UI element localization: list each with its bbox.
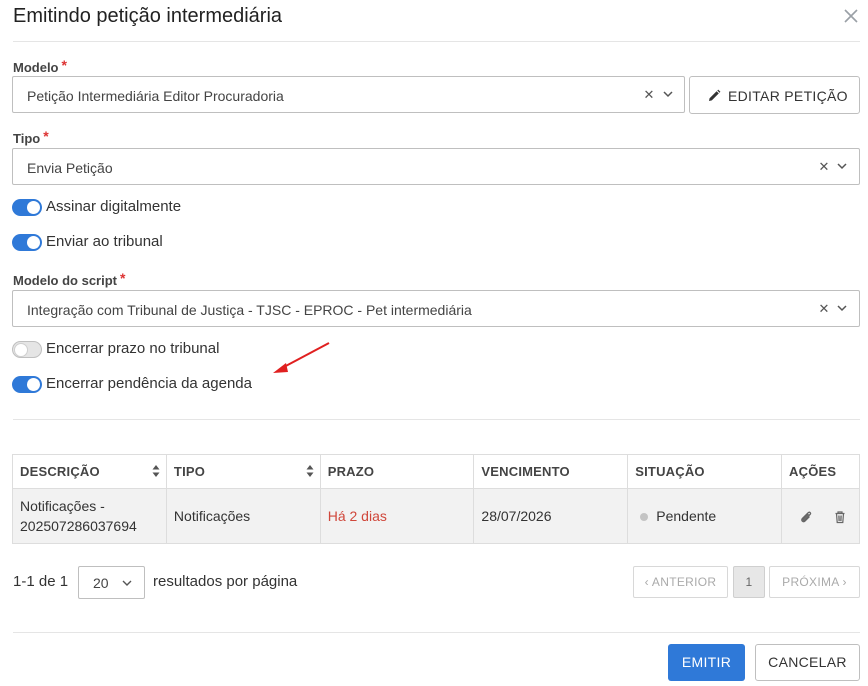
table-row: Notificações -202507286037694 Notificaçõ… <box>12 488 860 544</box>
header-divider <box>13 41 860 42</box>
encerrar-pendencia-toggle[interactable] <box>12 376 42 393</box>
encerrar-prazo-toggle[interactable] <box>12 341 42 358</box>
next-page-button[interactable]: PRÓXIMA › <box>769 566 860 598</box>
chevron-down-icon[interactable] <box>835 301 849 315</box>
close-icon[interactable] <box>840 3 862 29</box>
enviar-tribunal-toggle[interactable] <box>12 234 42 251</box>
assinar-digitalmente-label: Assinar digitalmente <box>46 198 182 215</box>
col-vencimento: VENCIMENTO <box>473 454 629 489</box>
encerrar-pendencia-label: Encerrar pendência da agenda <box>46 375 252 392</box>
pagination-range: 1-1 de 1 <box>13 573 69 590</box>
assinar-digitalmente-toggle[interactable] <box>12 199 42 216</box>
clear-icon[interactable]: ✕ <box>818 301 830 317</box>
col-tipo[interactable]: TIPO <box>165 454 321 489</box>
clear-icon[interactable]: ✕ <box>643 87 655 103</box>
section-divider <box>13 419 860 420</box>
cell-tipo: Notificações <box>165 488 321 544</box>
per-page-value: 20 <box>93 575 109 591</box>
script-label: Modelo do script * <box>13 270 126 288</box>
encerrar-prazo-label: Encerrar prazo no tribunal <box>46 340 220 357</box>
chevron-down-icon[interactable] <box>835 159 849 173</box>
sort-icon[interactable] <box>152 464 160 478</box>
script-select[interactable]: Integração com Tribunal de Justiça - TJS… <box>12 290 860 327</box>
col-descricao[interactable]: DESCRIÇÃO <box>12 454 167 489</box>
pencil-icon <box>709 89 721 101</box>
emit-button[interactable]: EMITIR <box>668 644 745 681</box>
footer-divider <box>13 632 860 633</box>
tipo-select[interactable]: Envia Petição ✕ <box>12 148 860 185</box>
modelo-select[interactable]: Petição Intermediária Editor Procuradori… <box>12 76 685 113</box>
edit-petition-label: EDITAR PETIÇÃO <box>728 88 848 104</box>
per-page-label: resultados por página <box>153 573 298 590</box>
modelo-value: Petição Intermediária Editor Procuradori… <box>27 88 284 104</box>
modelo-label: Modelo * <box>13 57 67 75</box>
chevron-down-icon[interactable] <box>661 87 675 101</box>
per-page-select[interactable]: 20 <box>78 566 145 599</box>
table-header-row: DESCRIÇÃO TIPO PRAZO VENCIMENTO SITUAÇÃO… <box>12 454 860 489</box>
cancel-button[interactable]: CANCELAR <box>755 644 860 681</box>
cell-situacao: Pendente <box>627 488 783 544</box>
enviar-tribunal-label: Enviar ao tribunal <box>46 233 163 250</box>
cell-prazo: Há 2 dias <box>319 488 475 544</box>
sort-icon[interactable] <box>306 464 314 478</box>
tipo-value: Envia Petição <box>27 160 113 176</box>
page-1-button[interactable]: 1 <box>733 566 765 598</box>
cell-acoes <box>781 488 860 544</box>
clear-icon[interactable]: ✕ <box>818 159 830 175</box>
script-value: Integração com Tribunal de Justiça - TJS… <box>27 302 472 318</box>
dialog-title: Emitindo petição intermediária <box>13 5 283 27</box>
tipo-label: Tipo * <box>13 128 49 146</box>
status-text: Pendente <box>656 508 717 524</box>
arrow-annotation <box>273 342 330 373</box>
trash-icon[interactable] <box>833 510 847 524</box>
col-acoes: AÇÕES <box>781 454 860 489</box>
status-dot <box>640 512 649 521</box>
col-situacao: SITUAÇÃO <box>627 454 783 489</box>
paperclip-icon[interactable] <box>799 510 813 524</box>
chevron-down-icon[interactable] <box>121 577 133 589</box>
cell-descricao: Notificações -202507286037694 <box>12 488 167 544</box>
col-prazo: PRAZO <box>319 454 475 489</box>
edit-petition-button[interactable]: EDITAR PETIÇÃO <box>689 76 860 114</box>
previous-page-button[interactable]: ‹ ANTERIOR <box>633 566 728 598</box>
pendencias-table: DESCRIÇÃO TIPO PRAZO VENCIMENTO SITUAÇÃO… <box>12 454 860 544</box>
cell-vencimento: 28/07/2026 <box>473 488 629 544</box>
